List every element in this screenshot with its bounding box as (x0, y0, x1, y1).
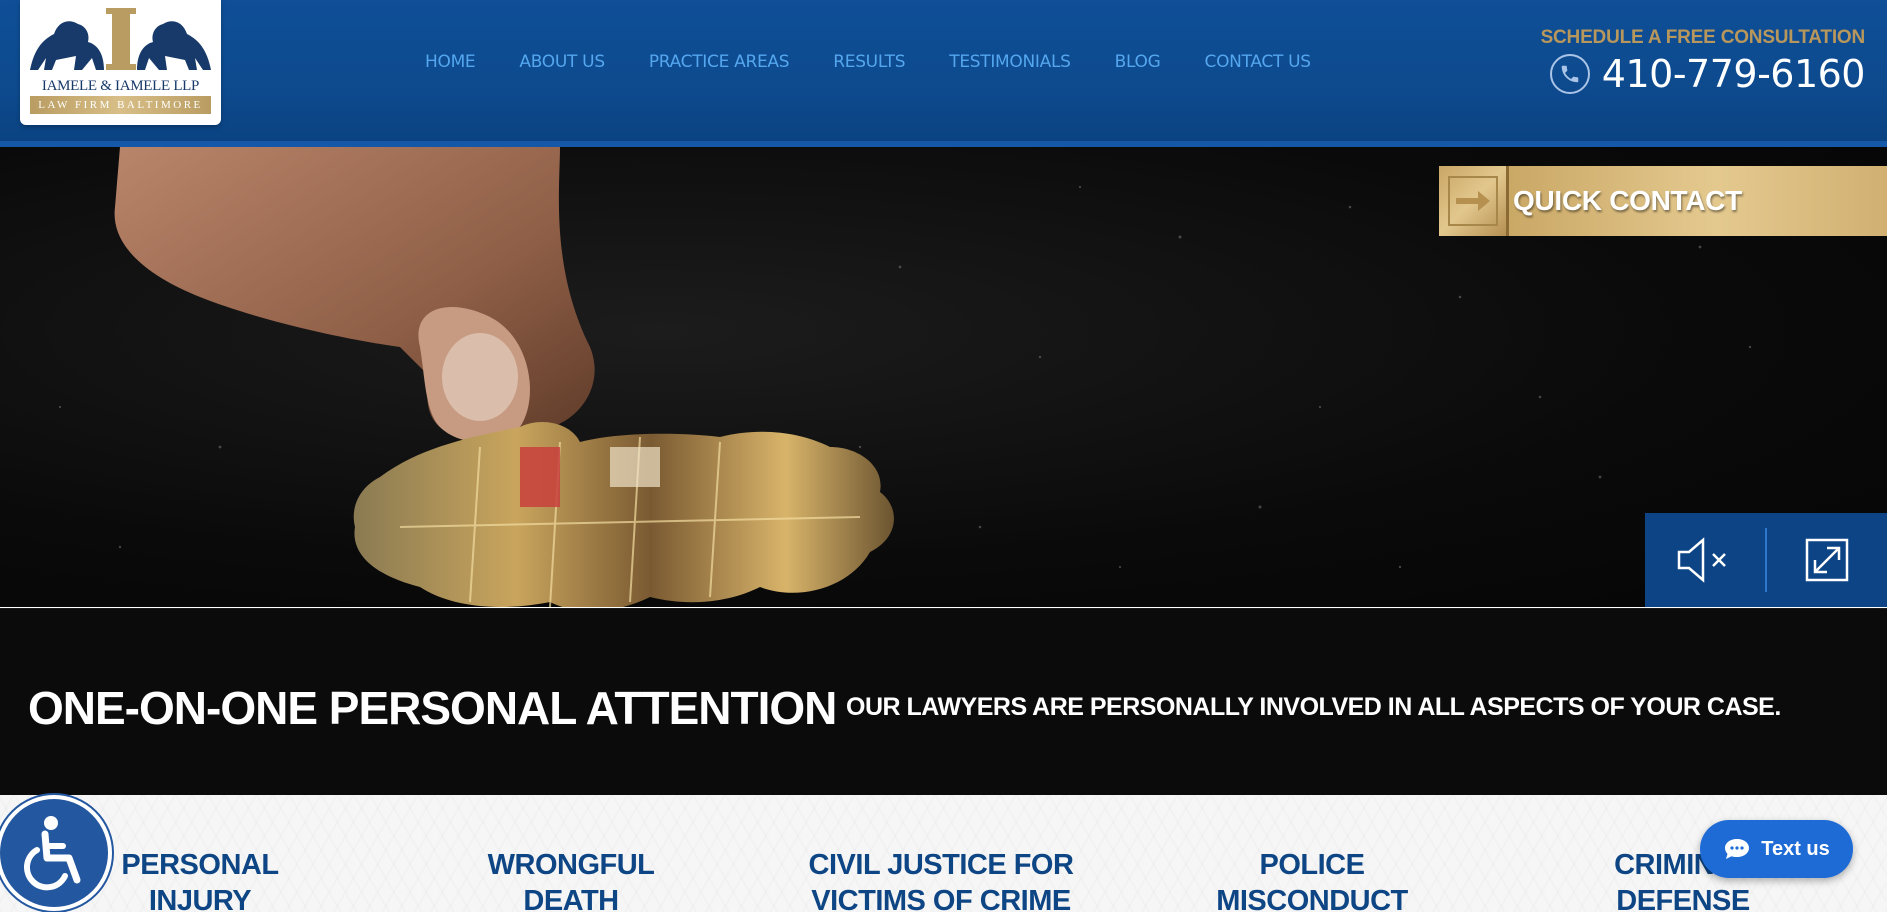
speaker-muted-icon (1677, 537, 1726, 583)
phone-link[interactable]: 410-779-6160 (1549, 52, 1866, 96)
nav-blog[interactable]: BLOG (1115, 52, 1161, 72)
practice-wrongful-death[interactable]: WRONGFUL DEATH (411, 847, 731, 912)
practice-civil-justice[interactable]: CIVIL JUSTICE FOR VICTIMS OF CRIME (781, 847, 1101, 912)
site-header: IAMELE & IAMELE LLP LAW FIRM BALTIMORE H… (0, 0, 1887, 147)
practice-label-line2: MISCONDUCT (1216, 885, 1408, 912)
practice-label-line1: CIVIL JUSTICE FOR (808, 849, 1074, 881)
phone-icon (1549, 54, 1590, 94)
fullscreen-button[interactable] (1767, 513, 1887, 607)
nav-practice-areas[interactable]: PRACTICE AREAS (649, 52, 790, 72)
practice-label-line2: VICTIMS OF CRIME (811, 885, 1071, 912)
expand-icon (1805, 538, 1849, 582)
quick-contact-label: QUICK CONTACT (1509, 166, 1887, 236)
firm-logo[interactable]: IAMELE & IAMELE LLP LAW FIRM BALTIMORE (20, 0, 221, 125)
lions-logo-icon (30, 8, 211, 70)
practice-areas-strip: PERSONAL INJURY WRONGFUL DEATH CIVIL JUS… (0, 795, 1887, 912)
schedule-consultation-text: SCHEDULE A FREE CONSULTATION (1540, 27, 1866, 48)
practice-police-misconduct[interactable]: POLICE MISCONDUCT (1152, 847, 1472, 912)
nav-testimonials[interactable]: TESTIMONIALS (949, 52, 1071, 72)
chat-bubble-icon (1723, 837, 1751, 861)
nav-about-us[interactable]: ABOUT US (519, 52, 605, 72)
nav-results[interactable]: RESULTS (833, 52, 905, 72)
practice-label-line1: WRONGFUL (487, 849, 655, 881)
text-us-label: Text us (1761, 837, 1830, 860)
nav-home[interactable]: HOME (425, 52, 476, 72)
quick-contact-button[interactable]: QUICK CONTACT (1439, 166, 1887, 236)
main-nav: HOME ABOUT US PRACTICE AREAS RESULTS TES… (425, 52, 1355, 72)
hero-caption: ONE-ON-ONE PERSONAL ATTENTION OUR LAWYER… (0, 608, 1887, 795)
phone-number: 410-779-6160 (1601, 52, 1866, 96)
logo-firm-name: IAMELE & IAMELE LLP (41, 78, 200, 94)
mute-button[interactable] (1645, 513, 1765, 607)
practice-label-line2: DEATH (523, 885, 619, 912)
video-controls (1645, 513, 1887, 607)
quick-contact-arrow (1439, 166, 1509, 236)
arrow-right-icon (1455, 191, 1490, 211)
logo-tagline: LAW FIRM BALTIMORE (30, 96, 211, 114)
hero-video: QUICK CONTACT (0, 147, 1887, 607)
accessibility-button[interactable] (0, 795, 112, 911)
hero-caption-subtitle: OUR LAWYERS ARE PERSONALLY INVOLVED IN A… (846, 693, 1781, 721)
practice-label-line1: POLICE (1259, 849, 1365, 881)
hero-caption-title: ONE-ON-ONE PERSONAL ATTENTION (28, 682, 837, 734)
wheelchair-icon (23, 816, 81, 891)
text-us-button[interactable]: Text us (1700, 820, 1853, 878)
nav-contact-us[interactable]: CONTACT US (1205, 52, 1312, 72)
practice-label-line2: DEFENSE (1616, 885, 1750, 912)
